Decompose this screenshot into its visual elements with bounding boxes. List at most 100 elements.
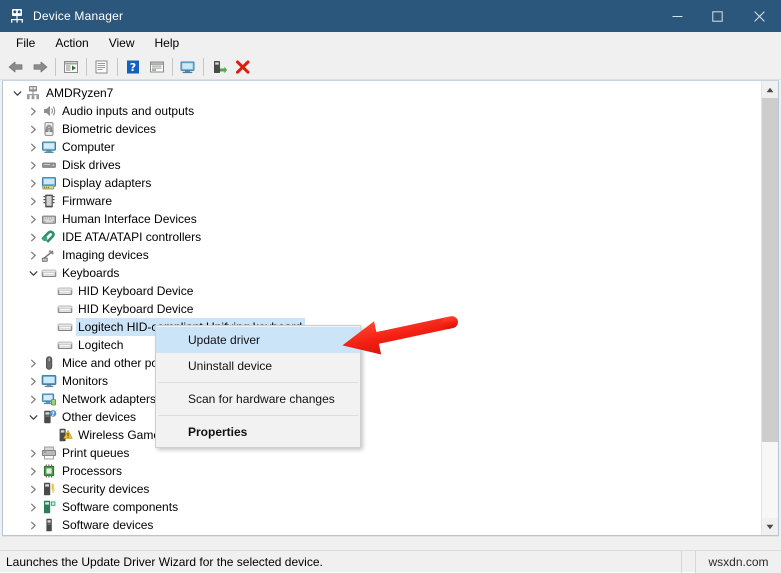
device-manager-icon — [9, 8, 25, 24]
tree-row[interactable]: Display adapters — [3, 174, 761, 192]
tree-row-label: Human Interface Devices — [62, 212, 197, 226]
software-component-icon — [41, 499, 57, 515]
tree-row[interactable]: ? Other devices — [3, 408, 761, 426]
tree-row[interactable]: Audio inputs and outputs — [3, 102, 761, 120]
tree-row[interactable]: HID Keyboard Device — [3, 300, 761, 318]
context-menu-item[interactable]: Uninstall device — [156, 353, 360, 379]
chevron-right-icon[interactable] — [25, 516, 41, 534]
scroll-down-button[interactable] — [762, 518, 778, 535]
chevron-right-icon[interactable] — [25, 120, 41, 138]
chevron-right-icon[interactable] — [25, 156, 41, 174]
menu-action[interactable]: Action — [45, 34, 98, 52]
close-button[interactable] — [737, 0, 781, 32]
tree-row[interactable]: IDE ATA/ATAPI controllers — [3, 228, 761, 246]
chevron-down-icon[interactable] — [25, 264, 41, 282]
tree-row[interactable]: Security devices — [3, 480, 761, 498]
svg-text:?: ? — [130, 61, 136, 74]
menu-help[interactable]: Help — [145, 34, 190, 52]
keyboard-icon — [57, 301, 73, 317]
chevron-right-icon[interactable] — [25, 246, 41, 264]
title-bar: Device Manager — [0, 0, 781, 32]
device-tree-pane: AMDRyzen7 Audio inputs and outputs Biometr… — [2, 80, 779, 536]
chevron-right-icon[interactable] — [25, 372, 41, 390]
tree-row-label: Disk drives — [62, 158, 121, 172]
back-icon[interactable] — [4, 56, 28, 78]
keyboard-icon — [41, 265, 57, 281]
chevron-down-icon[interactable] — [25, 408, 41, 426]
context-menu-item[interactable]: Scan for hardware changes — [156, 386, 360, 412]
chevron-down-icon[interactable] — [9, 84, 25, 102]
device-manager-window: Device Manager File Action View Help ? A… — [0, 0, 781, 573]
properties-icon[interactable] — [90, 56, 114, 78]
maximize-button[interactable] — [697, 0, 737, 32]
tree-row[interactable]: Network adapters — [3, 390, 761, 408]
context-menu-item[interactable]: Update driver — [156, 327, 360, 353]
security-device-icon — [41, 481, 57, 497]
tree-row[interactable]: Logitech — [3, 336, 761, 354]
tree-row[interactable]: Computer — [3, 138, 761, 156]
chevron-right-icon[interactable] — [25, 210, 41, 228]
chevron-right-icon[interactable] — [25, 138, 41, 156]
scan-for-hardware-changes-icon[interactable] — [176, 56, 200, 78]
network-adapter-icon — [41, 391, 57, 407]
tree-row[interactable]: Imaging devices — [3, 246, 761, 264]
context-menu-separator — [158, 415, 358, 416]
help-icon[interactable]: ? — [121, 56, 145, 78]
tree-row[interactable]: Processors — [3, 462, 761, 480]
chevron-right-icon[interactable] — [25, 498, 41, 516]
status-bar: Launches the Update Driver Wizard for th… — [0, 550, 781, 573]
status-cell — [681, 550, 695, 573]
menu-file[interactable]: File — [6, 34, 45, 52]
menu-view[interactable]: View — [99, 34, 145, 52]
forward-icon[interactable] — [28, 56, 52, 78]
chevron-right-icon[interactable] — [25, 192, 41, 210]
keyboard-icon — [57, 319, 73, 335]
tree-row[interactable]: Firmware — [3, 192, 761, 210]
window-title: Device Manager — [33, 9, 124, 23]
chevron-right-icon[interactable] — [25, 480, 41, 498]
tree-row[interactable]: Print queues — [3, 444, 761, 462]
chevron-right-icon[interactable] — [25, 390, 41, 408]
context-menu-item[interactable]: Properties — [156, 419, 360, 445]
chevron-right-icon[interactable] — [25, 354, 41, 372]
tree-row[interactable]: Monitors — [3, 372, 761, 390]
chevron-right-icon[interactable] — [25, 444, 41, 462]
chevron-right-icon[interactable] — [25, 228, 41, 246]
show-hide-console-tree-icon[interactable] — [59, 56, 83, 78]
tree-row[interactable]: Mice and other pointing devices — [3, 354, 761, 372]
horizontal-scroll-thumb[interactable] — [2, 538, 562, 549]
tree-row[interactable]: Biometric devices — [3, 120, 761, 138]
horizontal-scrollbar[interactable] — [2, 536, 779, 550]
tree-row[interactable]: AMDRyzen7 — [3, 84, 761, 102]
tree-row[interactable]: Human Interface Devices — [3, 210, 761, 228]
tree-row-label: Biometric devices — [62, 122, 157, 136]
enable-device-icon[interactable] — [207, 56, 231, 78]
tree-row[interactable]: HID Keyboard Device — [3, 282, 761, 300]
tree-row[interactable]: Software devices — [3, 516, 761, 534]
update-driver-icon[interactable] — [145, 56, 169, 78]
tree-row-label: Keyboards — [62, 266, 120, 280]
scroll-up-button[interactable] — [762, 81, 778, 98]
chevron-right-icon[interactable] — [25, 174, 41, 192]
scroll-track[interactable] — [762, 98, 778, 518]
scroll-thumb[interactable] — [762, 98, 778, 443]
context-menu-separator — [158, 382, 358, 383]
vertical-scrollbar[interactable] — [761, 81, 778, 535]
minimize-button[interactable] — [657, 0, 697, 32]
chevron-right-icon[interactable] — [25, 102, 41, 120]
tree-row[interactable]: Sound, video and game controllers — [3, 534, 761, 535]
tree-row[interactable]: Logitech HID-compliant Unifying keyboard — [3, 318, 761, 336]
device-tree[interactable]: AMDRyzen7 Audio inputs and outputs Biometr… — [3, 81, 761, 535]
context-menu[interactable]: Update driver Uninstall device Scan for ha… — [155, 325, 361, 448]
chevron-right-icon[interactable] — [25, 534, 41, 535]
tree-row[interactable]: Wireless Gamepad F710 — [3, 426, 761, 444]
tree-row[interactable]: Keyboards — [3, 264, 761, 282]
tree-row[interactable]: Software components — [3, 498, 761, 516]
tree-row-label: AMDRyzen7 — [46, 86, 114, 100]
tree-row[interactable]: Disk drives — [3, 156, 761, 174]
uninstall-device-icon[interactable] — [231, 56, 255, 78]
chevron-right-icon[interactable] — [25, 462, 41, 480]
warning-device-icon — [57, 427, 73, 443]
tree-row-label: Firmware — [62, 194, 112, 208]
